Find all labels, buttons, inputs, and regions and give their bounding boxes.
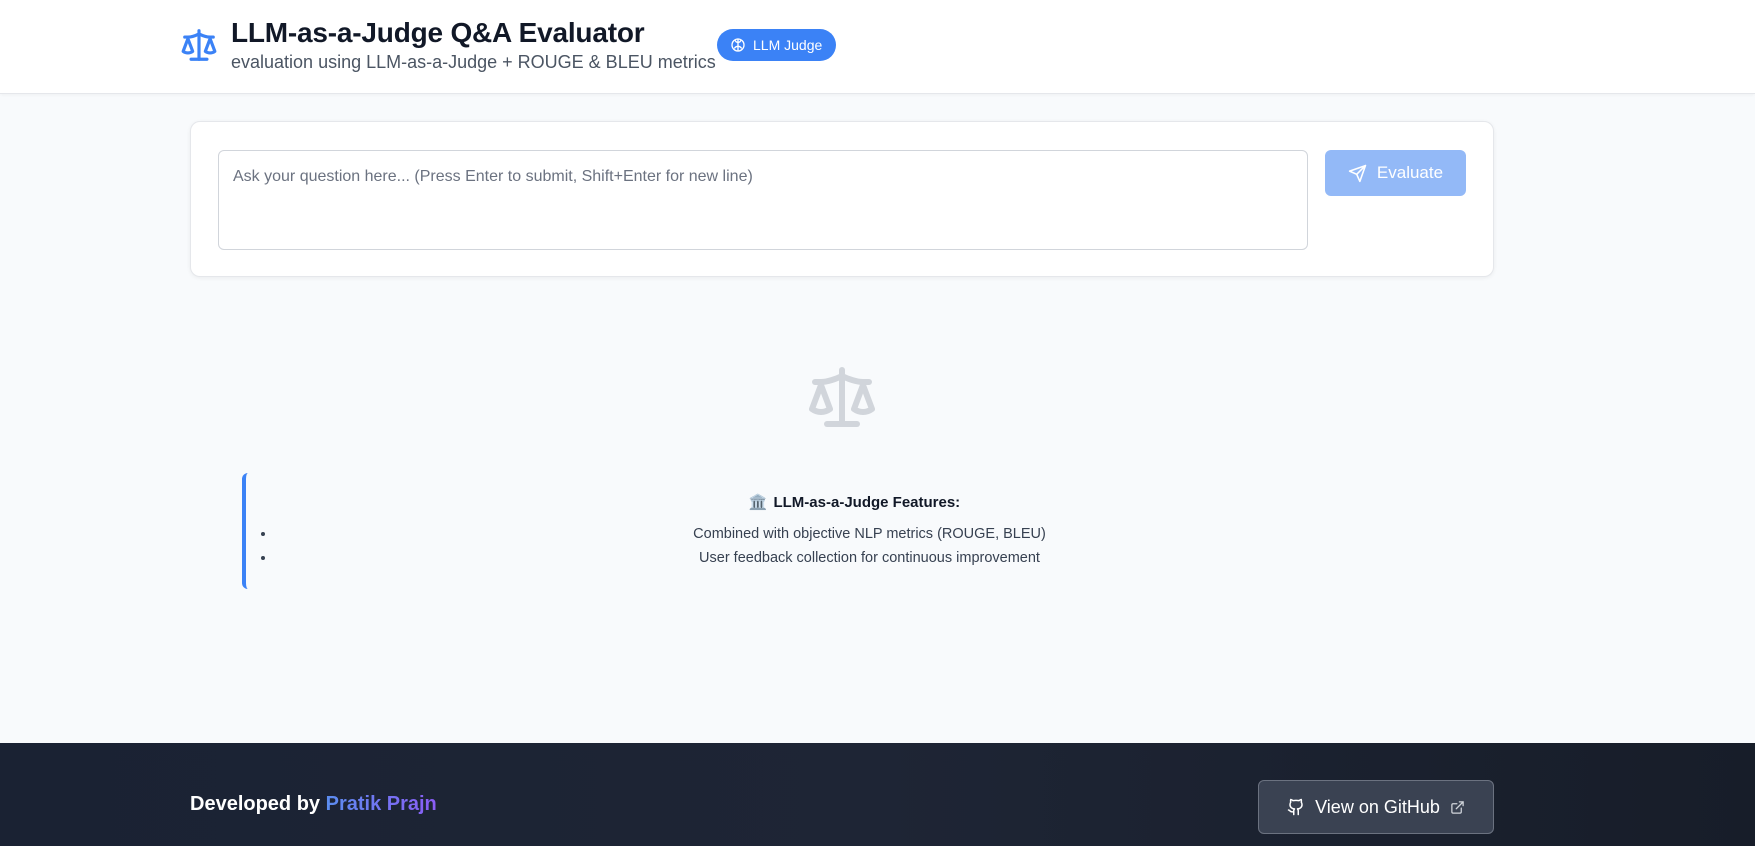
features-title: 🏛️ LLM-as-a-Judge Features: bbox=[246, 493, 1463, 511]
question-input[interactable] bbox=[218, 150, 1308, 250]
app-header: LLM-as-a-Judge Q&A Evaluator evaluation … bbox=[0, 0, 1755, 94]
developer-credit: Developed by Pratik Prajn bbox=[190, 793, 437, 816]
evaluate-button[interactable]: Evaluate bbox=[1325, 150, 1466, 196]
app-footer: Developed by Pratik Prajn View on GitHub bbox=[0, 743, 1755, 846]
app-subtitle: evaluation using LLM-as-a-Judge + ROUGE … bbox=[231, 52, 716, 72]
scale-icon bbox=[809, 367, 875, 427]
features-list: Combined with objective NLP metrics (ROU… bbox=[246, 522, 1463, 570]
brain-icon bbox=[731, 38, 745, 52]
list-item: User feedback collection for continuous … bbox=[276, 546, 1463, 570]
scale-icon bbox=[181, 29, 217, 61]
external-link-icon bbox=[1451, 800, 1464, 814]
app-title: LLM-as-a-Judge Q&A Evaluator bbox=[231, 17, 645, 48]
github-icon bbox=[1287, 798, 1303, 816]
title-block: LLM-as-a-Judge Q&A Evaluator evaluation … bbox=[231, 16, 716, 74]
view-on-github-button[interactable]: View on GitHub bbox=[1258, 780, 1494, 834]
features-panel: 🏛️ LLM-as-a-Judge Features: Combined wit… bbox=[242, 473, 1463, 589]
developer-name: Pratik Prajn bbox=[325, 793, 437, 815]
question-card: Evaluate bbox=[190, 121, 1494, 277]
classical-building-icon: 🏛️ bbox=[748, 493, 768, 511]
developed-by-label: Developed by bbox=[190, 793, 321, 815]
evaluate-button-label: Evaluate bbox=[1376, 163, 1444, 182]
badge-label: LLM Judge bbox=[753, 37, 823, 53]
github-button-label: View on GitHub bbox=[1315, 796, 1440, 817]
send-icon bbox=[1348, 164, 1367, 182]
list-item: Combined with objective NLP metrics (ROU… bbox=[276, 522, 1463, 546]
features-title-text: LLM-as-a-Judge Features: bbox=[773, 493, 961, 511]
llm-judge-badge: LLM Judge bbox=[717, 29, 837, 61]
